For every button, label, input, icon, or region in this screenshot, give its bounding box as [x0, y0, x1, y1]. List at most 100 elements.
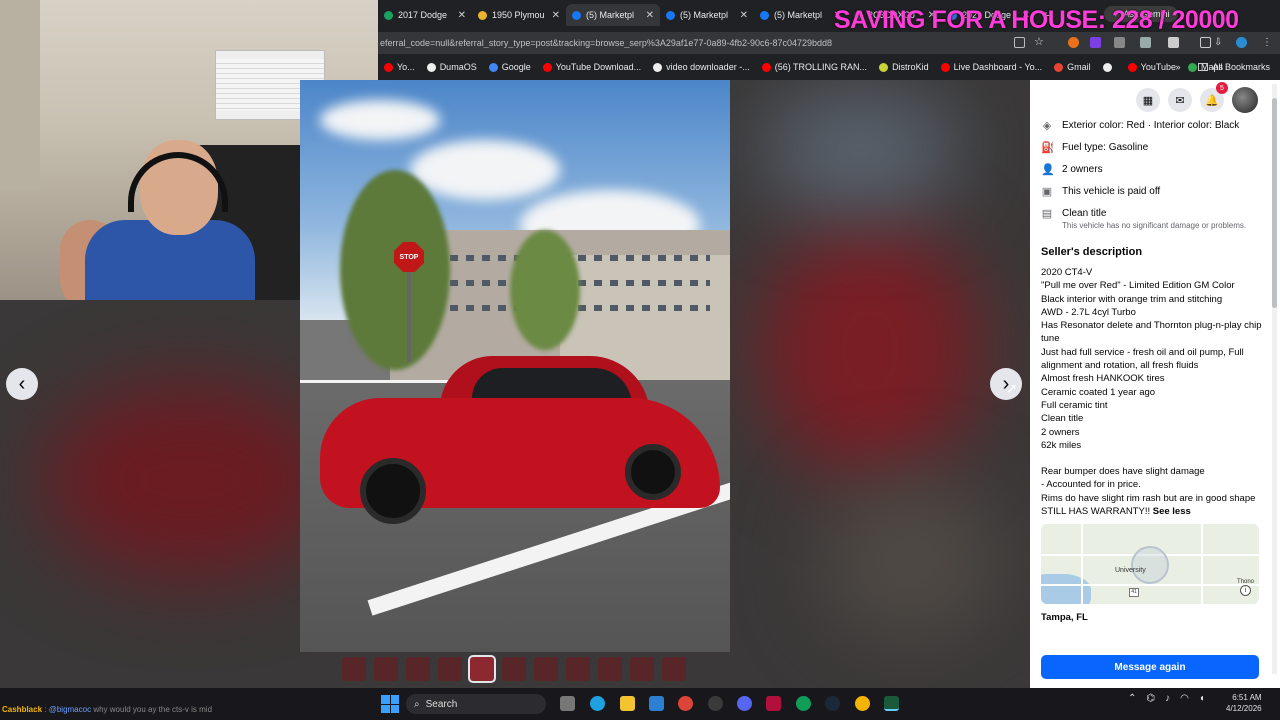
bookmark-item[interactable] [1097, 62, 1122, 72]
downloads-icon[interactable]: ⇩ [1214, 37, 1225, 48]
folder-icon [1198, 63, 1209, 71]
file-explorer-icon[interactable] [620, 696, 635, 711]
bookmark-item[interactable]: video downloader -... [647, 62, 756, 72]
taskbar-search-label: Search [425, 698, 458, 710]
split-view-icon[interactable] [1200, 37, 1211, 48]
bookmark-item[interactable]: Google [483, 62, 537, 72]
close-icon[interactable]: ✕ [646, 10, 654, 21]
tab-3[interactable]: (5) Marketpl ✕ [660, 4, 754, 26]
chevron-up-icon[interactable]: ⌃ [1128, 693, 1136, 704]
description-line: Almost fresh HANKOOK tires [1041, 373, 1165, 385]
chrome-active-icon[interactable] [855, 696, 870, 711]
chat-username: Cashblack [2, 705, 43, 714]
extension-icon-4[interactable] [1140, 37, 1151, 48]
vehicle-specs: ◈ Exterior color: Red · Interior color: B… [1030, 120, 1280, 230]
paint-icon: ◈ [1042, 120, 1052, 132]
bookmark-item[interactable]: DumaOS [421, 62, 483, 72]
extension-icon-1[interactable] [1068, 37, 1079, 48]
photo-thumbnail[interactable] [468, 655, 496, 683]
bookmark-label: YouTube Download... [555, 62, 642, 72]
message-again-button[interactable]: Message again [1041, 655, 1259, 679]
spec-row: ▣ This vehicle is paid off [1030, 186, 1280, 198]
tab-favicon-icon [572, 10, 581, 20]
bookmark-item[interactable]: Yo... [378, 62, 421, 72]
tab-1[interactable]: 1950 Plymou ✕ [472, 4, 566, 26]
see-less-link[interactable]: See less [1153, 506, 1191, 517]
map-label-university: University [1115, 567, 1146, 575]
windows-start-icon[interactable] [381, 695, 399, 713]
wifi-icon[interactable]: ◠ [1180, 693, 1189, 704]
bookmark-label: YouTube [1140, 62, 1177, 72]
avatar[interactable] [1232, 87, 1258, 113]
chat-mention: @bigmacoc [48, 705, 92, 714]
close-icon[interactable]: ✕ [552, 10, 560, 21]
taskbar-search[interactable]: ⌕ Search [406, 694, 546, 714]
photo-thumbnail[interactable] [342, 657, 366, 681]
messenger-button[interactable]: ✉ [1168, 88, 1192, 112]
messenger-icon: ✉ [1175, 94, 1185, 107]
photo-thumbnail[interactable] [598, 657, 622, 681]
microphone-icon[interactable]: ♪ [1165, 693, 1170, 704]
system-tray: ⌃ ⌬ ♪ ◠ ◖ [1128, 693, 1205, 704]
extension-icon-3[interactable] [1114, 37, 1125, 48]
info-icon[interactable]: i [1240, 585, 1251, 597]
steam-icon[interactable] [825, 696, 840, 711]
description-line: 2 owners [1041, 426, 1080, 438]
task-view-icon[interactable] [560, 696, 575, 711]
bookmark-item[interactable]: (56) TROLLING RAN... [756, 62, 873, 72]
photo-thumbnail[interactable] [374, 657, 398, 681]
bookmark-item[interactable]: DistroKid [873, 62, 935, 72]
photo-thumbnail[interactable] [566, 657, 590, 681]
close-icon[interactable]: ✕ [458, 10, 466, 21]
tab-2[interactable]: (5) Marketpl ✕ [566, 4, 660, 26]
close-icon[interactable]: ✕ [740, 10, 748, 21]
stream-chat-line: Cashblack : @bigmacoc why would you ay t… [2, 705, 213, 714]
network-icon[interactable]: ⌬ [1146, 693, 1155, 704]
spec-text: 2 owners [1062, 164, 1103, 175]
bookmark-label: Google [501, 62, 531, 72]
obs-icon[interactable] [708, 696, 723, 711]
tab-0[interactable]: 2017 Dodge ✕ [378, 4, 472, 26]
bookmark-favicon-icon [879, 62, 889, 72]
location-map[interactable]: University Thono 41 i [1041, 524, 1259, 605]
bookmark-item[interactable]: Live Dashboard - Yo... [935, 62, 1049, 72]
notifications-button[interactable]: 🔔 5 [1200, 82, 1228, 112]
photo-thumbnail[interactable] [662, 657, 686, 681]
owners-icon: 👤 [1041, 164, 1055, 176]
store-icon[interactable] [649, 696, 664, 711]
terminal-icon[interactable] [884, 696, 899, 711]
photo-thumbnail[interactable] [502, 657, 526, 681]
description-line: Just had full service - fresh oil and oi… [1041, 346, 1244, 372]
bookmark-item[interactable]: Gmail [1048, 62, 1097, 72]
profile-icon[interactable] [1236, 37, 1247, 48]
extensions-puzzle-icon[interactable] [1168, 37, 1179, 48]
spec-subtext: This vehicle has no significant damage o… [1062, 221, 1247, 230]
menu-grid-button[interactable]: ▦ [1136, 88, 1160, 112]
photo-thumbnail[interactable] [534, 657, 558, 681]
fuel-icon: ⛽ [1041, 142, 1055, 154]
chrome-icon[interactable] [678, 696, 693, 711]
app-a-icon[interactable] [766, 696, 781, 711]
panel-scrollbar[interactable] [1272, 84, 1277, 674]
photo-thumbnail[interactable] [406, 657, 430, 681]
previous-photo-button[interactable]: ‹ [6, 368, 38, 400]
volume-icon[interactable]: ◖ [1199, 693, 1205, 704]
bookmark-item[interactable]: YouTube [1122, 62, 1182, 72]
extension-icon-2[interactable] [1090, 37, 1101, 48]
chrome-alt-icon[interactable] [796, 696, 811, 711]
taskbar-clock[interactable]: 6:51 AM 4/12/2026 [1226, 692, 1262, 714]
all-bookmarks-button[interactable]: » All Bookmarks [1175, 57, 1270, 77]
discord-icon[interactable] [737, 696, 752, 711]
photo-thumbnail[interactable] [630, 657, 654, 681]
install-app-icon[interactable] [1014, 37, 1025, 48]
bookmark-star-icon[interactable]: ☆ [1034, 37, 1045, 48]
photo-thumbnail[interactable] [438, 657, 462, 681]
bookmark-label: DistroKid [892, 62, 929, 72]
menu-icon[interactable]: ⋮ [1262, 37, 1273, 48]
edge-icon[interactable] [590, 696, 605, 711]
bookmark-favicon-icon [1054, 62, 1064, 72]
bookmark-item[interactable]: YouTube Download... [537, 62, 647, 72]
bookmarks-more-icon[interactable]: » [1175, 62, 1180, 72]
description-line [1041, 452, 1269, 465]
url-text[interactable]: eferral_code=null&referral_story_type=po… [378, 38, 998, 48]
